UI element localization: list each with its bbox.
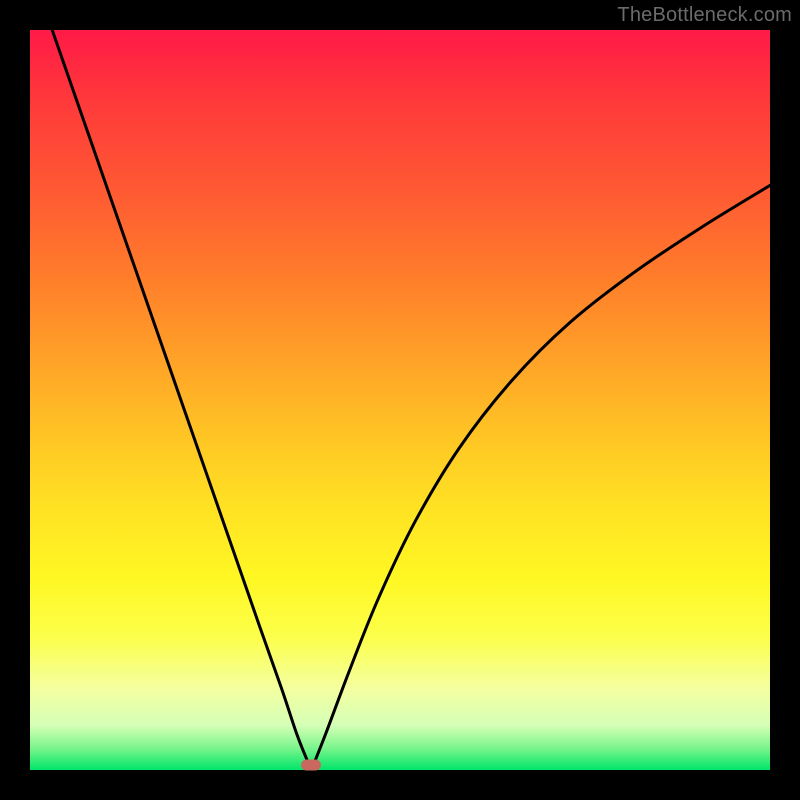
optimum-marker xyxy=(301,759,321,770)
watermark-text: TheBottleneck.com xyxy=(617,4,792,27)
plot-area xyxy=(30,30,770,770)
bottleneck-curve xyxy=(30,30,770,770)
chart-frame: TheBottleneck.com xyxy=(0,0,800,800)
